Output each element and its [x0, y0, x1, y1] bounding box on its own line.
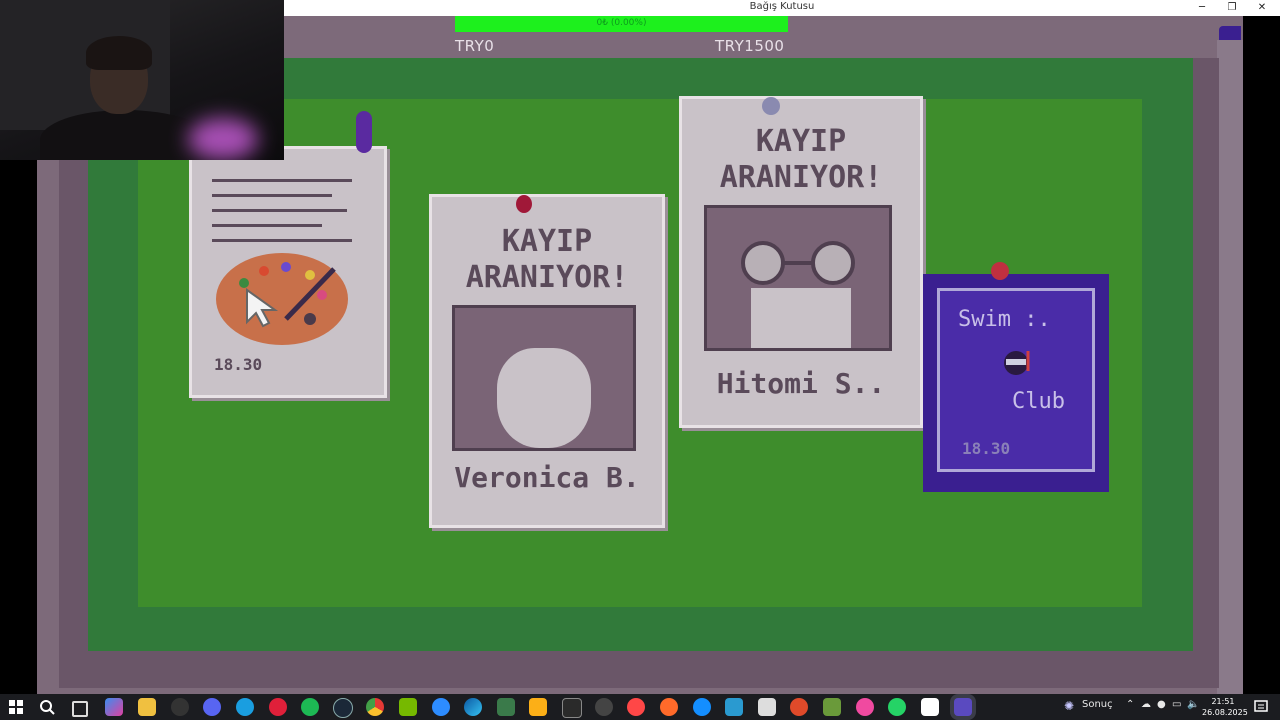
minecraft-icon[interactable] [823, 698, 841, 716]
app-icon[interactable] [725, 698, 743, 716]
red-pin [991, 262, 1009, 280]
ea-app-icon[interactable] [660, 698, 678, 716]
obs-icon[interactable] [171, 698, 189, 716]
paint-palette-icon [216, 253, 348, 345]
game-window-icon[interactable] [954, 698, 972, 716]
discord-icon[interactable] [203, 698, 221, 716]
donation-progress-text: 0₺ (0.00%) [596, 18, 647, 28]
missing-title-line2: ARANIYOR! [719, 160, 883, 195]
spotify-icon[interactable] [301, 698, 319, 716]
file-explorer-icon[interactable] [138, 698, 156, 716]
purple-pin [356, 111, 372, 153]
missing-title-line2: ARANIYOR! [465, 260, 629, 295]
clock-date: 26.08.2025 [1202, 708, 1248, 717]
swim-poster-inner: Swim :. Club 18.30 [937, 288, 1095, 472]
hitomi-name: Hitomi S.. [716, 367, 886, 400]
microphone-icon[interactable]: ● [1157, 699, 1166, 710]
windows-taskbar: ✺ Sonuç ⌃ ☁ ● ▭ 🔈 21:51 26.08.2025 [0, 694, 1280, 720]
app-icon[interactable] [790, 698, 808, 716]
skype-icon[interactable] [236, 698, 254, 716]
hitomi-portrait [704, 205, 892, 351]
scribble-lines [212, 179, 362, 242]
donation-max-label: TRY1500 [715, 37, 785, 55]
opera-icon[interactable] [269, 698, 287, 716]
mouse-cursor-icon [246, 288, 279, 328]
notification-icon[interactable] [1254, 700, 1268, 714]
missing-title-line1: KAYIP [501, 224, 593, 259]
copilot-icon[interactable] [105, 698, 123, 716]
task-view-icon[interactable] [72, 701, 88, 717]
art-poster-time: 18.30 [214, 355, 263, 374]
rockstar-icon[interactable] [529, 698, 547, 716]
windows-start-icon[interactable] [9, 700, 23, 714]
swimmer-icon [1004, 351, 1030, 375]
tray-chevron-icon[interactable]: ⌃ [1126, 699, 1134, 710]
clock-time: 21:51 [1211, 697, 1235, 706]
battlenet-icon[interactable] [693, 698, 711, 716]
app-icon[interactable] [921, 698, 939, 716]
missing-poster-hitomi[interactable]: KAYIP ARANIYOR! Hitomi S.. [679, 96, 923, 428]
window-title: Bağış Kutusu [749, 1, 815, 12]
chrome-icon[interactable] [366, 698, 384, 716]
app-icon[interactable] [497, 698, 515, 716]
swim-club-poster[interactable]: Swim :. Club 18.30 [923, 262, 1109, 492]
red-pin [516, 195, 532, 213]
ea-icon[interactable] [627, 698, 645, 716]
frame-post [1217, 40, 1243, 694]
swim-subtitle: Club [1012, 389, 1065, 414]
missing-poster-veronica[interactable]: KAYIP ARANIYOR! Veronica B. [429, 194, 665, 528]
app-icon[interactable] [758, 698, 776, 716]
search-result-label[interactable]: Sonuç [1082, 699, 1113, 710]
nvidia-icon[interactable] [399, 698, 417, 716]
swim-title: Swim :. [958, 307, 1051, 332]
window-titlebar: Bağış Kutusu ─ ❐ ✕ [284, 0, 1280, 16]
epic-games-icon[interactable] [562, 698, 582, 718]
network-icon[interactable]: ▭ [1172, 699, 1181, 710]
search-result-icon[interactable]: ✺ [1064, 699, 1074, 713]
donation-min-label: TRY0 [455, 37, 495, 55]
gray-pin [762, 97, 780, 115]
swim-poster-time: 18.30 [962, 439, 1011, 458]
maximize-button[interactable]: ❐ [1217, 0, 1247, 16]
whatsapp-icon[interactable] [888, 698, 906, 716]
app-icon[interactable] [595, 698, 613, 716]
search-icon[interactable] [40, 700, 55, 715]
glasses-icon [741, 241, 855, 285]
zoom-icon[interactable] [432, 698, 450, 716]
app-icon[interactable] [856, 698, 874, 716]
edge-icon[interactable] [464, 698, 482, 716]
donation-progress-bar: 0₺ (0.00%) [455, 16, 788, 32]
veronica-name: Veronica B. [454, 461, 640, 494]
steam-icon[interactable] [333, 698, 353, 718]
volume-icon[interactable]: 🔈 [1187, 699, 1199, 710]
clock[interactable]: 21:51 26.08.2025 [1202, 696, 1248, 718]
onedrive-icon[interactable]: ☁ [1141, 699, 1151, 710]
webcam-overlay [0, 0, 284, 160]
art-club-poster[interactable]: 18.30 [189, 111, 387, 398]
minimize-button[interactable]: ─ [1187, 0, 1217, 16]
close-button[interactable]: ✕ [1247, 0, 1277, 16]
missing-title-line1: KAYIP [755, 124, 847, 159]
veronica-portrait [452, 305, 636, 451]
